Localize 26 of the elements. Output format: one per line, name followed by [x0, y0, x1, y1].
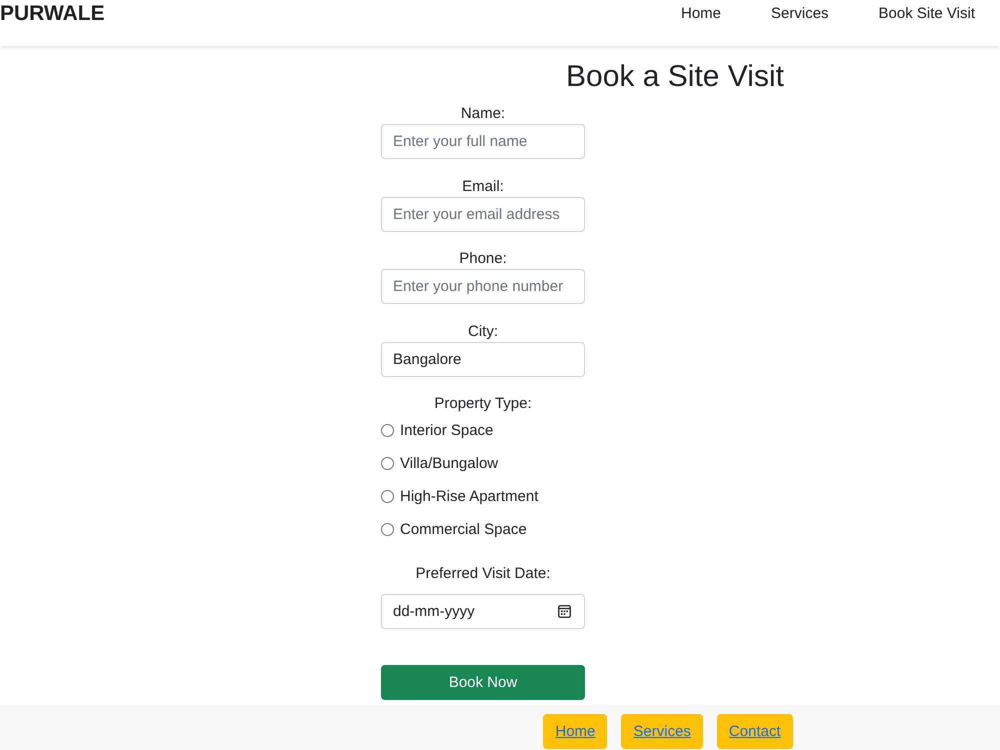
field-label: City:	[468, 322, 498, 342]
input-field[interactable]: Bangalore	[381, 342, 585, 376]
radio-button[interactable]	[381, 490, 394, 503]
field-label: Preferred Visit Date:	[416, 564, 550, 584]
field-label: Name:	[460, 104, 506, 124]
field-label: Property Type:	[434, 394, 532, 414]
input-field[interactable]: Enter your email address	[381, 196, 585, 232]
radio-button[interactable]	[381, 523, 394, 536]
calendar-icon[interactable]	[558, 604, 571, 618]
radio-label[interactable]: Villa/Bungalow	[400, 453, 498, 474]
radio-button[interactable]	[381, 424, 394, 437]
radio-label[interactable]: High-Rise Apartment	[400, 486, 538, 507]
page-title: Book a Site Visit	[566, 59, 784, 95]
date-field[interactable]: dd-mm-yyyy	[381, 594, 585, 628]
radio-button[interactable]	[381, 457, 394, 470]
input-field[interactable]: Enter your full name	[381, 124, 585, 159]
field-label: Phone:	[459, 249, 507, 269]
radio-label[interactable]: Interior Space	[400, 420, 494, 441]
radio-label[interactable]: Commercial Space	[400, 519, 527, 540]
logo-text: PURWALE	[0, 2, 105, 26]
nav-link[interactable]: Book Site Visit	[878, 4, 975, 24]
book-now-button[interactable]: Book Now	[381, 664, 585, 700]
nav-link[interactable]: Home	[681, 4, 722, 24]
input-field[interactable]: Enter your phone number	[381, 269, 585, 304]
field-label: Email:	[462, 176, 504, 196]
nav-link[interactable]: Services	[771, 4, 829, 24]
